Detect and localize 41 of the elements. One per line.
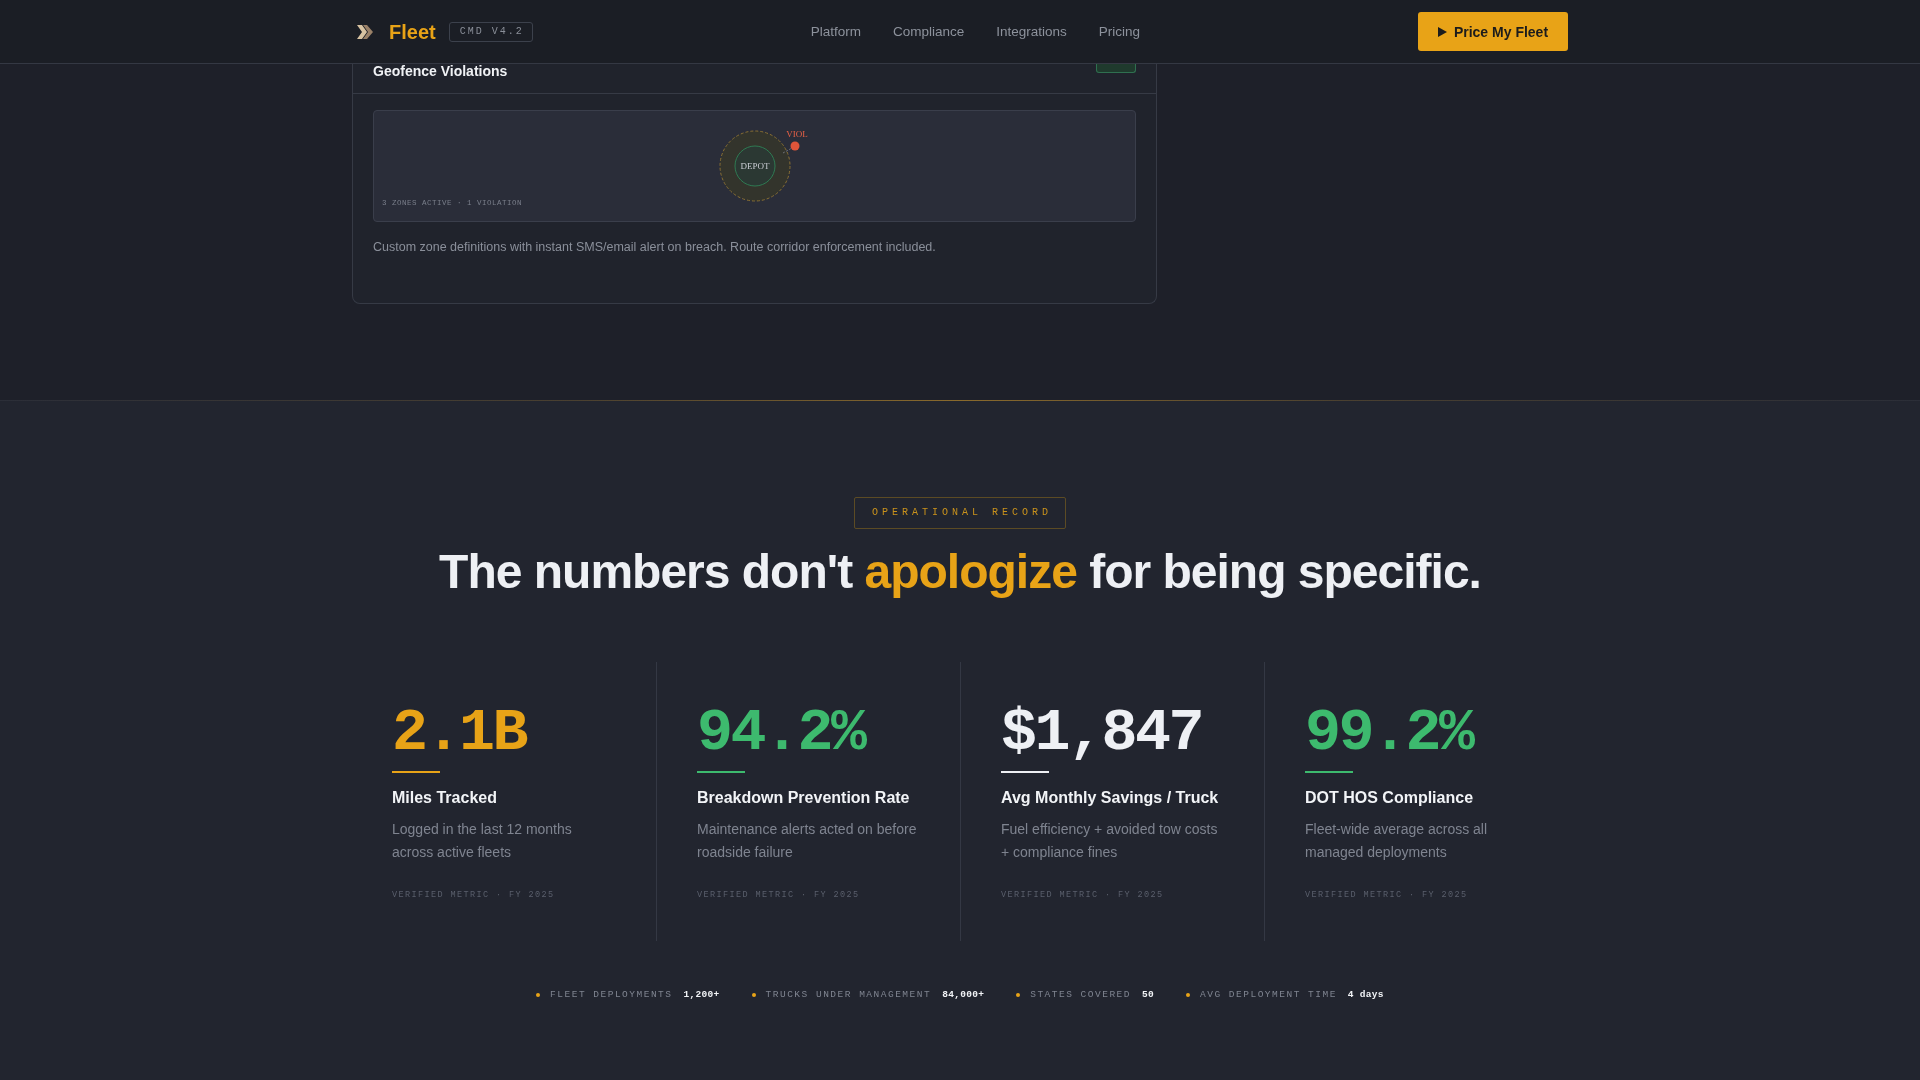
violation-label: VIOL — [785, 129, 808, 139]
summary-label: TRUCKS UNDER MANAGEMENT — [765, 988, 932, 1002]
summary-label: FLEET DEPLOYMENTS — [550, 988, 673, 1002]
stat-value: 99.2% — [1305, 701, 1475, 765]
stat-title: Breakdown Prevention Rate — [697, 788, 911, 808]
play-icon — [1437, 26, 1447, 37]
stat-value: 2.1B — [392, 701, 528, 765]
card-description: Custom zone definitions with instant SMS/email alert on breach. Route corridor enforcement included. — [373, 239, 937, 255]
summary-value: 1,200+ — [683, 988, 720, 1002]
cta-button[interactable]: Price My Fleet — [1418, 12, 1568, 51]
chevrons-icon — [357, 24, 373, 39]
stat-title: Avg Monthly Savings / Truck — [1001, 788, 1220, 808]
summary-value: 50 — [1142, 988, 1155, 1002]
status-tag — [1096, 64, 1136, 73]
stat-value: $1,847 — [1001, 701, 1204, 765]
stat-title: DOT HOS Compliance — [1305, 788, 1475, 808]
summary-value: 84,000+ — [942, 988, 985, 1002]
stat-description: Fleet-wide average across all managed deployments — [1305, 820, 1489, 862]
dot-icon — [751, 993, 756, 997]
summary-label: STATES COVERED — [1030, 988, 1131, 1002]
nav-link[interactable]: Pricing — [1098, 23, 1141, 40]
zone-label: DEPOT — [740, 161, 769, 171]
stat-description: Logged in the last 12 months across active fleets — [392, 820, 573, 862]
section-heading: The numbers don't apologize for being specific. — [439, 544, 1481, 600]
section-eyebrow: OPERATIONAL RECORD — [854, 497, 1066, 529]
brand-name[interactable]: Fleet — [389, 19, 436, 44]
card-title: Geofence Violations — [373, 64, 508, 79]
dot-icon — [1016, 993, 1021, 997]
nav-link[interactable]: Compliance — [892, 23, 965, 40]
nav-link[interactable]: Platform — [810, 23, 861, 40]
violation-dot-icon — [790, 141, 799, 151]
stat-title: Miles Tracked — [392, 788, 498, 808]
summary-label: AVG DEPLOYMENT TIME — [1200, 988, 1337, 1002]
nav-link[interactable]: Integrations — [996, 23, 1067, 40]
stat-value: 94.2% — [697, 701, 867, 765]
stat-description: Maintenance alerts acted on before roadside failure — [697, 820, 918, 862]
summary-value: 4 days — [1347, 988, 1384, 1002]
dot-icon — [1186, 993, 1191, 997]
version-badge: CMD V4.2 — [448, 21, 533, 42]
dot-icon — [536, 993, 541, 997]
stat-description: Fuel efficiency + avoided tow costs + compliance fines — [1001, 820, 1219, 862]
